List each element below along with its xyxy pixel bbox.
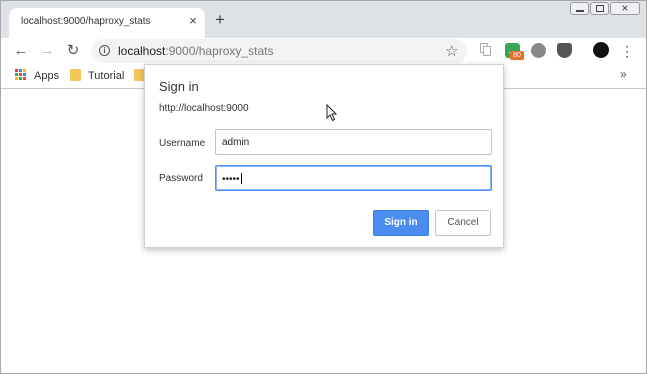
- menu-dots-icon[interactable]: ⋮: [620, 42, 634, 60]
- maximize-button[interactable]: [590, 2, 609, 15]
- bookmarks-overflow-icon[interactable]: »: [620, 67, 627, 81]
- minimize-button[interactable]: [570, 2, 589, 15]
- profile-avatar[interactable]: [593, 42, 609, 58]
- pocket-extension-icon[interactable]: [557, 43, 572, 58]
- sign-in-button[interactable]: Sign in: [373, 210, 429, 236]
- password-field[interactable]: •••••: [215, 165, 492, 191]
- url-path: :9000/haproxy_stats: [165, 44, 274, 58]
- back-arrow-icon[interactable]: ←: [12, 42, 30, 60]
- username-field[interactable]: admin: [215, 129, 492, 155]
- username-value: admin: [222, 137, 250, 148]
- tab-active[interactable]: localhost:9000/haproxy_stats ×: [9, 8, 205, 38]
- tomato-extension-icon[interactable]: [531, 43, 546, 58]
- tab-title: localhost:9000/haproxy_stats: [21, 16, 151, 27]
- text-caret: [240, 173, 242, 184]
- forward-arrow-icon[interactable]: →: [38, 42, 56, 60]
- url-text: localhost:9000/haproxy_stats: [118, 44, 273, 58]
- bookmark-tutorial[interactable]: Tutorial: [88, 70, 124, 85]
- close-window-button[interactable]: ×: [610, 1, 640, 15]
- reload-icon[interactable]: ↻: [64, 42, 82, 60]
- bookmark-apps[interactable]: Apps: [34, 70, 59, 85]
- maximize-icon: [596, 5, 604, 12]
- browser-window: localhost:9000/haproxy_stats × + × ← → ↻…: [0, 0, 647, 374]
- toolbar: ← → ↻ i localhost:9000/haproxy_stats ☆ ……: [1, 38, 646, 64]
- sign-in-dialog: Sign in http://localhost:9000 Username a…: [144, 64, 504, 248]
- apps-icon[interactable]: [15, 69, 27, 81]
- bookmark-star-icon[interactable]: ☆: [445, 42, 458, 60]
- username-label: Username: [159, 138, 206, 149]
- tab-strip: localhost:9000/haproxy_stats × + ×: [1, 1, 646, 38]
- password-value: •••••: [222, 174, 240, 185]
- extension-badge: 80: [510, 51, 524, 60]
- password-label: Password: [159, 173, 203, 184]
- cancel-button[interactable]: Cancel: [435, 210, 491, 236]
- close-tab-icon[interactable]: ×: [187, 14, 199, 27]
- close-icon: ×: [621, 1, 629, 15]
- new-tab-icon[interactable]: +: [212, 11, 228, 28]
- address-bar[interactable]: i localhost:9000/haproxy_stats ☆: [91, 39, 467, 63]
- mouse-pointer-icon: [326, 104, 338, 122]
- copy-extension-icon[interactable]: [478, 43, 493, 58]
- dialog-title: Sign in: [159, 79, 199, 94]
- url-host: localhost: [118, 44, 166, 58]
- minimize-icon: [576, 10, 584, 12]
- folder-icon: [70, 69, 81, 81]
- info-icon[interactable]: i: [99, 45, 110, 56]
- dialog-origin: http://localhost:9000: [159, 103, 249, 114]
